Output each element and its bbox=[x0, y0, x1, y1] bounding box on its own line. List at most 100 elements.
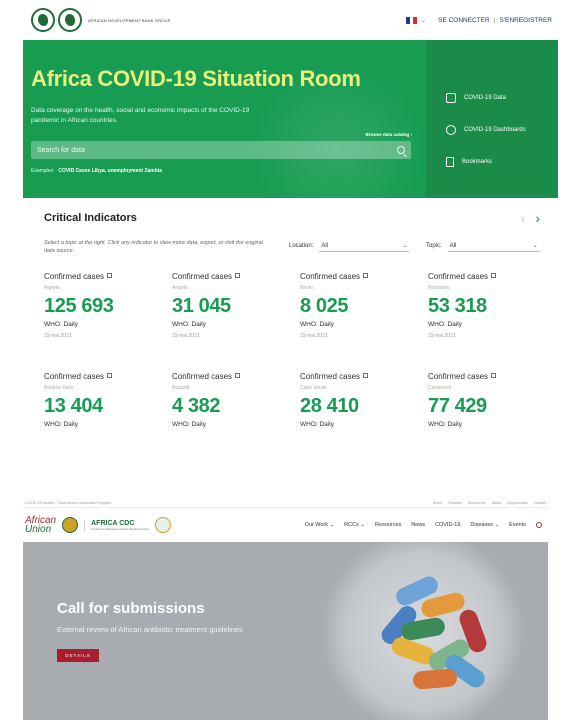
nav-item-events[interactable]: Events bbox=[509, 522, 526, 528]
main-nav: African Union AFRICA CDC Centres for Disea… bbox=[23, 508, 548, 542]
details-button[interactable]: DETAILS bbox=[57, 649, 99, 662]
indicator-value: 77 429 bbox=[428, 395, 487, 417]
logo-text: AFRICAN DEVELOPMENT BANK GROUP bbox=[88, 17, 171, 23]
side-link-bookmarks[interactable]: Bookmarks bbox=[426, 146, 558, 178]
location-label: Location: bbox=[289, 243, 314, 249]
indicator-value: 13 404 bbox=[44, 395, 103, 417]
indicator-date: 19 mai 2021 bbox=[300, 333, 328, 339]
register-link[interactable]: S'ENREGISTRER bbox=[499, 17, 552, 24]
france-flag-icon[interactable] bbox=[406, 16, 418, 24]
nav-item-news[interactable]: News bbox=[411, 522, 425, 528]
nav-item-resources[interactable]: Resources bbox=[375, 522, 401, 528]
utility-link[interactable]: Features bbox=[448, 501, 462, 505]
external-link-icon[interactable] bbox=[107, 273, 113, 278]
side-link-label: Bookmarks bbox=[462, 159, 493, 165]
examples-value[interactable]: COVID Cases Libya, unemployment Zambia bbox=[58, 168, 162, 174]
external-link-icon[interactable] bbox=[107, 373, 113, 378]
search-placeholder: Search for data bbox=[37, 146, 85, 154]
nav-item-our-work[interactable]: Our Work ⌄ bbox=[305, 522, 335, 528]
announcement-link[interactable]: COVID-19 Vaccine - Track African Vaccina… bbox=[25, 501, 111, 505]
utility-strip: COVID-19 Vaccine - Track African Vaccina… bbox=[23, 498, 548, 508]
location-value: All bbox=[321, 242, 329, 249]
indicator-date: 19 mai 2021 bbox=[172, 333, 200, 339]
indicator-card-botswana[interactable]: Confirmed cases Botswana 53 318 WHO: Dai… bbox=[428, 272, 556, 339]
nav-item-rccs[interactable]: RCCs ⌄ bbox=[344, 522, 365, 528]
utility-links: Home Features Documents Media Opportunit… bbox=[433, 501, 546, 505]
database-icon bbox=[446, 93, 456, 103]
indicator-value: 125 693 bbox=[44, 295, 114, 317]
cdc-wordmark: AFRICA CDC Centres for Disease Control an… bbox=[84, 519, 149, 531]
card-instructions: Select a topic at the right. Click any i… bbox=[44, 240, 263, 254]
au-cdc-logo[interactable]: African Union AFRICA CDC Centres for Disea… bbox=[25, 515, 172, 535]
banner-title: Call for submissions bbox=[57, 600, 205, 617]
location-select[interactable]: All ⌄ bbox=[319, 240, 410, 252]
search-icon[interactable] bbox=[536, 522, 542, 528]
indicator-label: Confirmed cases bbox=[300, 272, 361, 281]
indicator-source: WHO: Daily bbox=[428, 321, 462, 328]
side-link-dashboards[interactable]: COVID-19 Dashboards bbox=[426, 114, 558, 146]
nav-item-diseases[interactable]: Diseases ⌄ bbox=[470, 522, 499, 528]
browse-catalog-link[interactable]: Browse data catalog › bbox=[365, 132, 412, 137]
external-link-icon[interactable] bbox=[235, 273, 241, 278]
indicator-value: 4 382 bbox=[172, 395, 221, 417]
topic-label: Topic: bbox=[426, 243, 442, 249]
chevron-down-icon: ⌄ bbox=[402, 243, 408, 249]
indicator-source: WHO: Daily bbox=[428, 421, 462, 428]
indicator-country: Burkina Faso bbox=[44, 385, 74, 391]
external-link-icon[interactable] bbox=[491, 373, 497, 378]
search-input[interactable]: Search for data bbox=[31, 141, 411, 159]
indicator-label: Confirmed cases bbox=[172, 372, 233, 381]
indicator-source: WHO: Daily bbox=[44, 421, 78, 428]
banner-subtitle: External review of African antibiotic tr… bbox=[57, 625, 243, 634]
hero-side-menu: COVID-19 Data COVID-19 Dashboards Bookma… bbox=[426, 40, 558, 198]
hero-banner: Call for submissions External review of … bbox=[23, 542, 548, 720]
afdb-logo[interactable]: AFRICAN DEVELOPMENT BANK GROUP bbox=[31, 8, 171, 32]
utility-link[interactable]: Contact bbox=[534, 501, 546, 505]
indicator-country: Benin bbox=[300, 285, 313, 291]
indicator-country: Cameroon bbox=[428, 385, 452, 391]
utility-link[interactable]: Media bbox=[492, 501, 502, 505]
indicator-value: 53 318 bbox=[428, 295, 487, 317]
topic-select[interactable]: All ⌄ bbox=[447, 240, 540, 252]
side-link-covid-data[interactable]: COVID-19 Data bbox=[426, 82, 558, 114]
topic-filter: Topic: All ⌄ bbox=[426, 240, 540, 252]
indicator-value: 28 410 bbox=[300, 395, 359, 417]
indicator-card-cameroon[interactable]: Confirmed cases Cameroon 77 429 WHO: Dai… bbox=[428, 372, 556, 428]
search-icon[interactable] bbox=[397, 146, 405, 154]
page-title: Africa COVID-19 Situation Room bbox=[31, 66, 361, 91]
indicator-card-benin[interactable]: Confirmed cases Benin 8 025 WHO: Daily 1… bbox=[300, 272, 428, 339]
chevron-left-icon[interactable]: ‹ bbox=[521, 210, 526, 226]
au-wordmark: African Union bbox=[25, 515, 57, 535]
topic-value: All bbox=[449, 242, 457, 249]
indicator-label: Confirmed cases bbox=[300, 372, 361, 381]
indicator-card-algeria[interactable]: Confirmed cases Algeria 125 693 WHO: Dai… bbox=[44, 272, 172, 339]
indicator-card-angola[interactable]: Confirmed cases Angola 31 045 WHO: Daily… bbox=[172, 272, 300, 339]
indicator-value: 8 025 bbox=[300, 295, 349, 317]
side-link-label: COVID-19 Dashboards bbox=[464, 127, 526, 133]
indicator-card-burundi[interactable]: Confirmed cases Burundi 4 382 WHO: Daily bbox=[172, 372, 300, 428]
chevron-down-icon[interactable]: ⌄ bbox=[421, 17, 426, 24]
indicator-card-cabo-verde[interactable]: Confirmed cases Cabo Verde 28 410 WHO: D… bbox=[300, 372, 428, 428]
indicator-country: Angola bbox=[172, 285, 188, 291]
africa-seal-icon bbox=[31, 8, 55, 32]
indicator-source: WHO: Daily bbox=[44, 321, 78, 328]
nav-item-covid[interactable]: COVID-19 bbox=[435, 522, 460, 528]
login-link[interactable]: SE CONNECTER bbox=[438, 17, 490, 24]
hero-banner: Africa COVID-19 Situation Room Data cove… bbox=[23, 40, 558, 198]
indicator-source: WHO: Daily bbox=[300, 421, 334, 428]
side-link-label: COVID-19 Data bbox=[464, 95, 507, 101]
external-link-icon[interactable] bbox=[363, 273, 369, 278]
cdc-emblem-icon bbox=[155, 517, 172, 533]
indicator-country: Algeria bbox=[44, 285, 60, 291]
external-link-icon[interactable] bbox=[363, 373, 369, 378]
dashboard-icon bbox=[446, 125, 456, 135]
external-link-icon[interactable] bbox=[235, 373, 241, 378]
utility-link[interactable]: Documents bbox=[468, 501, 486, 505]
indicator-country: Botswana bbox=[428, 285, 450, 291]
indicator-card-burkina-faso[interactable]: Confirmed cases Burkina Faso 13 404 WHO:… bbox=[44, 372, 172, 428]
card-title: Critical Indicators bbox=[44, 212, 137, 224]
utility-link[interactable]: Opportunities bbox=[507, 501, 528, 505]
chevron-right-icon[interactable]: › bbox=[535, 210, 540, 226]
utility-link[interactable]: Home bbox=[433, 501, 442, 505]
external-link-icon[interactable] bbox=[491, 273, 497, 278]
